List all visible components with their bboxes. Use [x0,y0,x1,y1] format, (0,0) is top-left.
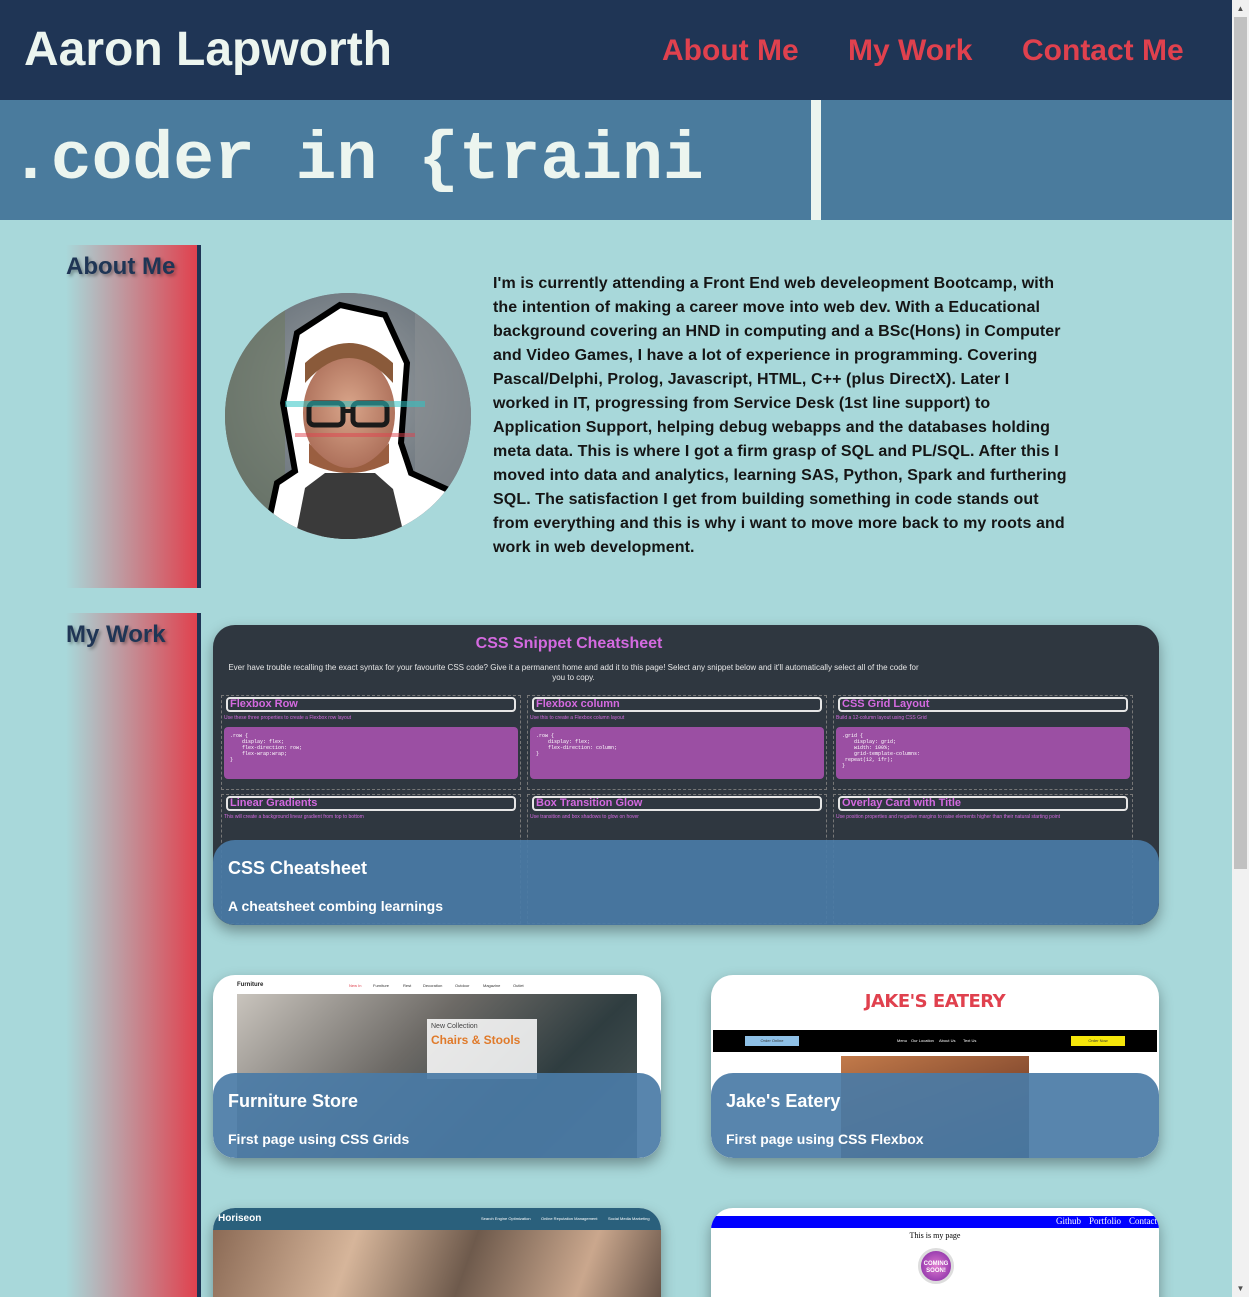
preview-hero-image [213,1230,661,1297]
preview-nav-item: Outlet [513,983,524,988]
snippet-title: Box Transition Glow [532,796,822,811]
card-overlay: Furniture Store First page using CSS Gri… [213,1073,661,1158]
preview-nav-item: Github [1056,1216,1082,1226]
snippet-hint: This will create a background linear gra… [224,814,364,820]
project-title: Jake's Eatery [726,1091,841,1111]
preview-coming-soon-badge: COMING SOON! [918,1248,954,1284]
preview-navbar: Order Online Menu Our Location About Us … [713,1030,1157,1052]
snippet-code[interactable]: .row { display: flex; flex-direction: ro… [224,727,518,779]
snippet-hint: Use transition and box shadows to glow o… [530,814,639,820]
project-title: CSS Cheatsheet [228,858,368,878]
preview-nav-item: Portfolio [1089,1216,1122,1226]
snippet-hint: Use these three properties to create a F… [224,715,352,721]
snippet-title: Flexbox column [532,697,822,712]
snippet-title: Overlay Card with Title [838,796,1128,811]
preview-nav-item: Online Reputation Management [541,1216,598,1221]
preview-nav-item: New In [349,983,362,988]
snippet-box: Flexbox column Use this to create a Flex… [527,695,827,790]
preview-nav-item: Search Engine Optimization [481,1216,531,1221]
profile-photo-icon [225,293,471,539]
preview-collection-title: Chairs & Stools [431,1033,521,1047]
card-overlay: Jake's Eatery First page using CSS Flexb… [711,1073,1159,1158]
about-heading: About Me [66,253,176,280]
project-description: A cheatsheet combing learnings [228,898,443,914]
scroll-thumb[interactable] [1234,17,1247,869]
preview-nav-item: Social Media Marketing [608,1216,650,1221]
project-card-css-cheatsheet[interactable]: CSS Snippet Cheatsheet Ever have trouble… [213,625,1159,925]
page-scrollbar[interactable]: ▲ ▼ [1232,0,1249,1297]
site-header: Aaron Lapworth About Me My Work Contact … [0,0,1232,100]
snippet-title: CSS Grid Layout [838,697,1128,712]
project-card-my-page[interactable]: Github Portfolio Contact This is my page… [711,1208,1159,1297]
snippet-hint: Use this to create a Flexbox column layo… [530,715,625,721]
snippet-code[interactable]: .row { display: flex; flex-direction: co… [530,727,824,779]
preview-header: Horiseon Search Engine Optimization Onli… [213,1208,661,1230]
nav-contact-me[interactable]: Contact Me [1022,34,1184,68]
preview-brand: Horiseon [218,1213,262,1224]
profile-avatar [225,293,471,539]
work-heading: My Work [66,621,166,648]
preview-nav-item: Our Location [911,1038,934,1043]
preview-collection-box: New Collection Chairs & Stools [427,1019,537,1079]
preview-brand: Furniture [237,982,264,988]
project-description: First page using CSS Flexbox [726,1131,924,1147]
typed-text: .coder in {traini [10,122,704,199]
typing-cursor [811,100,821,220]
card-overlay: CSS Cheatsheet A cheatsheet combing lear… [213,840,1159,925]
preview-nav-item: Contact [1129,1216,1157,1226]
preview-order-now-button: Order Now [1071,1036,1125,1046]
nav-my-work[interactable]: My Work [848,34,972,68]
preview-order-online-button: Order Online [745,1036,799,1046]
project-card-horiseon[interactable]: Horiseon Search Engine Optimization Onli… [213,1208,661,1297]
preview-nav-item: Text Us [963,1038,977,1043]
nav-about-me[interactable]: About Me [662,34,799,68]
preview-nav-item: Decoration [423,983,443,988]
preview-heading: CSS Snippet Cheatsheet [475,635,663,652]
project-card-jakes-eatery[interactable]: JAKE'S EATERY Order Online Menu Our Loca… [711,975,1159,1158]
snippet-title: Flexbox Row [226,697,516,712]
snippet-box: CSS Grid Layout Build a 12-column layout… [833,695,1133,790]
about-bio: I'm is currently attending a Front End w… [493,275,1067,556]
work-side-bar: My Work [66,613,201,1297]
preview-logo: JAKE'S EATERY [864,991,1006,1012]
snippet-box: Flexbox Row Use these three properties t… [221,695,521,790]
preview-nav-item: Furniture [373,983,390,988]
snippet-title: Linear Gradients [226,796,516,811]
project-card-furniture-store[interactable]: Furniture New In Furniture Rest Decorati… [213,975,661,1158]
project-title: Furniture Store [228,1091,359,1111]
preview-nav-item: About Us [939,1038,956,1043]
snippet-hint: Build a 12-column layout using CSS Grid [836,715,927,721]
snippet-hint: Use position properties and negative mar… [836,814,1061,820]
preview-nav-item: Outdoor [455,983,470,988]
preview-collection-label: New Collection [431,1023,478,1030]
preview-intro: Ever have trouble recalling the exact sy… [228,663,919,682]
snippet-code[interactable]: .grid { display: grid; width: 100%; grid… [836,727,1130,779]
about-side-bar: About Me [66,245,201,588]
preview-navbar: Github Portfolio Contact [711,1216,1159,1228]
scroll-up-icon[interactable]: ▲ [1232,0,1249,17]
typing-banner: .coder in {traini [0,100,1232,220]
site-title: Aaron Lapworth [24,23,392,76]
preview-heading: This is my page [909,1231,961,1240]
preview-nav-item: Rest [403,983,412,988]
scroll-down-icon[interactable]: ▼ [1232,1280,1249,1297]
project-description: First page using CSS Grids [228,1131,410,1147]
preview-nav-item: Menu [897,1038,908,1043]
preview-nav-item: Magazine [483,983,501,988]
